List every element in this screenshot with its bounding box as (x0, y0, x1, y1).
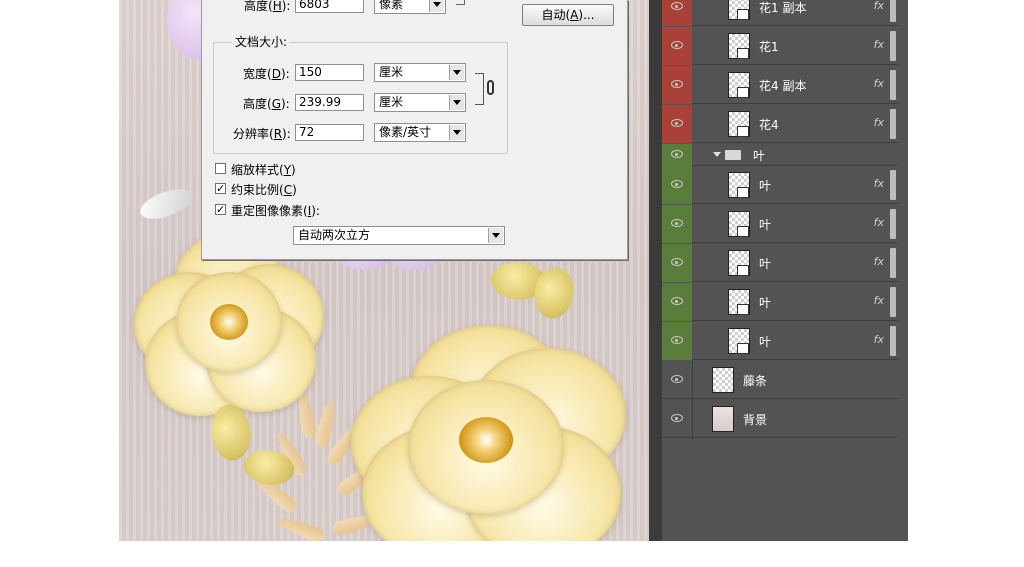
constrain-proportions-label: 约束比例(C) (231, 183, 297, 197)
silver-leaf (136, 183, 197, 225)
resolution-input[interactable]: 72 (295, 124, 364, 141)
layer-name: 花1 副本 (759, 1, 807, 15)
visibility-eye-icon[interactable] (671, 414, 683, 422)
resolution-unit-select[interactable]: 像素/英寸 (374, 123, 466, 142)
layer-name: 背景 (743, 413, 768, 427)
fx-icon[interactable]: fx (874, 177, 884, 190)
fx-icon[interactable]: fx (874, 294, 884, 307)
layer-thumbnail (728, 33, 750, 59)
layer-thumbnail (728, 0, 750, 20)
smart-object-icon (737, 9, 749, 20)
layer-row[interactable]: 藤条 (662, 361, 898, 399)
doc-height-input[interactable]: 239.99 (295, 94, 364, 111)
folder-icon (725, 150, 741, 160)
smart-object-icon (737, 87, 749, 98)
layer-row[interactable]: 花1 副本 fx (662, 0, 898, 26)
fx-icon[interactable]: fx (874, 77, 884, 90)
layer-thumbnail (728, 172, 750, 198)
layer-row[interactable]: 叶 fx (662, 322, 898, 360)
layer-thumbnail (712, 406, 734, 432)
layer-name: 藤条 (743, 374, 768, 388)
pixel-height-unit-select[interactable]: 像素 (374, 0, 446, 14)
layer-name: 花4 副本 (759, 79, 807, 93)
layer-row[interactable]: 叶 fx (662, 244, 898, 282)
resolution-label: 分辨率(R): (233, 127, 291, 141)
image-size-dialog: 高度(H): 6803 像素 自动(A)... 文档大小: 宽度(D): 150… (201, 0, 628, 260)
group-expand-arrow-icon[interactable] (713, 152, 721, 157)
visibility-eye-icon[interactable] (671, 219, 683, 227)
layer-row[interactable]: 叶 fx (662, 205, 898, 243)
layer-name: 叶 (759, 179, 772, 193)
layer-row[interactable]: 花4 fx (662, 105, 898, 143)
pixel-height-input[interactable]: 6803 (295, 0, 364, 13)
fx-icon[interactable]: fx (874, 116, 884, 129)
document-size-title: 文档大小: (232, 33, 291, 50)
fx-icon[interactable]: fx (874, 333, 884, 346)
chain-link-icon (487, 80, 494, 95)
layer-name: 叶 (759, 218, 772, 232)
resample-method-select[interactable]: 自动两次立方 (293, 226, 505, 245)
doc-height-unit-select[interactable]: 厘米 (374, 93, 466, 112)
layer-row[interactable]: 叶 fx (662, 283, 898, 321)
scale-styles-label: 缩放样式(Y) (231, 163, 296, 177)
visibility-eye-icon[interactable] (671, 150, 683, 158)
layers-panel: 花1 副本 fx 花1 fx 花4 副本 fx 花4 fx 叶 叶 fx 叶 f… (649, 0, 908, 541)
doc-width-label: 宽度(D): (243, 67, 290, 81)
fx-icon[interactable]: fx (874, 216, 884, 229)
layer-name: 花1 (759, 40, 779, 54)
layer-thumbnail (728, 250, 750, 276)
layer-row[interactable]: 花1 fx (662, 27, 898, 65)
layer-thumbnail (728, 72, 750, 98)
doc-width-input[interactable]: 150 (295, 64, 364, 81)
smart-object-icon (737, 304, 749, 315)
constrain-proportions-checkbox[interactable]: ✓ (215, 183, 226, 194)
resample-image-checkbox[interactable]: ✓ (215, 204, 226, 215)
smart-object-icon (737, 126, 749, 137)
visibility-eye-icon[interactable] (671, 258, 683, 266)
layer-row[interactable]: 花4 副本 fx (662, 66, 898, 104)
layer-thumbnail (712, 367, 734, 393)
layer-row[interactable]: 叶 fx (662, 166, 898, 204)
fx-icon[interactable]: fx (874, 38, 884, 51)
yellow-flower (351, 325, 627, 541)
gold-leaf (276, 514, 326, 541)
visibility-eye-icon[interactable] (671, 336, 683, 344)
smart-object-icon (737, 187, 749, 198)
visibility-eye-icon[interactable] (671, 2, 683, 10)
pixel-height-label: 高度(H): (244, 0, 291, 13)
smart-object-icon (737, 48, 749, 59)
doc-width-unit-select[interactable]: 厘米 (374, 63, 466, 82)
panel-left-strip (649, 0, 662, 541)
visibility-eye-icon[interactable] (671, 80, 683, 88)
fx-icon[interactable]: fx (874, 0, 884, 12)
smart-object-icon (737, 226, 749, 237)
visibility-eye-icon[interactable] (671, 297, 683, 305)
scale-styles-checkbox[interactable] (215, 163, 226, 174)
visibility-eye-icon[interactable] (671, 119, 683, 127)
visibility-eye-icon[interactable] (671, 41, 683, 49)
layer-thumbnail (728, 111, 750, 137)
fx-icon[interactable]: fx (874, 255, 884, 268)
layer-thumbnail (728, 211, 750, 237)
visibility-eye-icon[interactable] (671, 375, 683, 383)
doc-height-label: 高度(G): (243, 97, 290, 111)
visibility-eye-icon[interactable] (671, 180, 683, 188)
layer-name: 叶 (759, 335, 772, 349)
smart-object-icon (737, 343, 749, 354)
layer-divider (692, 361, 693, 439)
layer-name: 叶 (759, 296, 772, 310)
smart-object-icon (737, 265, 749, 276)
resample-image-label: 重定图像像素(I): (231, 204, 320, 218)
auto-button[interactable]: 自动(A)... (522, 4, 614, 26)
constrain-link-bracket (475, 73, 484, 105)
layer-group-row[interactable]: 叶 (662, 144, 898, 166)
layer-name: 花4 (759, 118, 779, 132)
layer-row[interactable]: 背景 (662, 400, 898, 438)
layer-thumbnail (728, 328, 750, 354)
layer-name: 叶 (759, 257, 772, 271)
pixel-link-bracket (456, 0, 465, 5)
layer-group-name: 叶 (753, 149, 766, 163)
layer-thumbnail (728, 289, 750, 315)
